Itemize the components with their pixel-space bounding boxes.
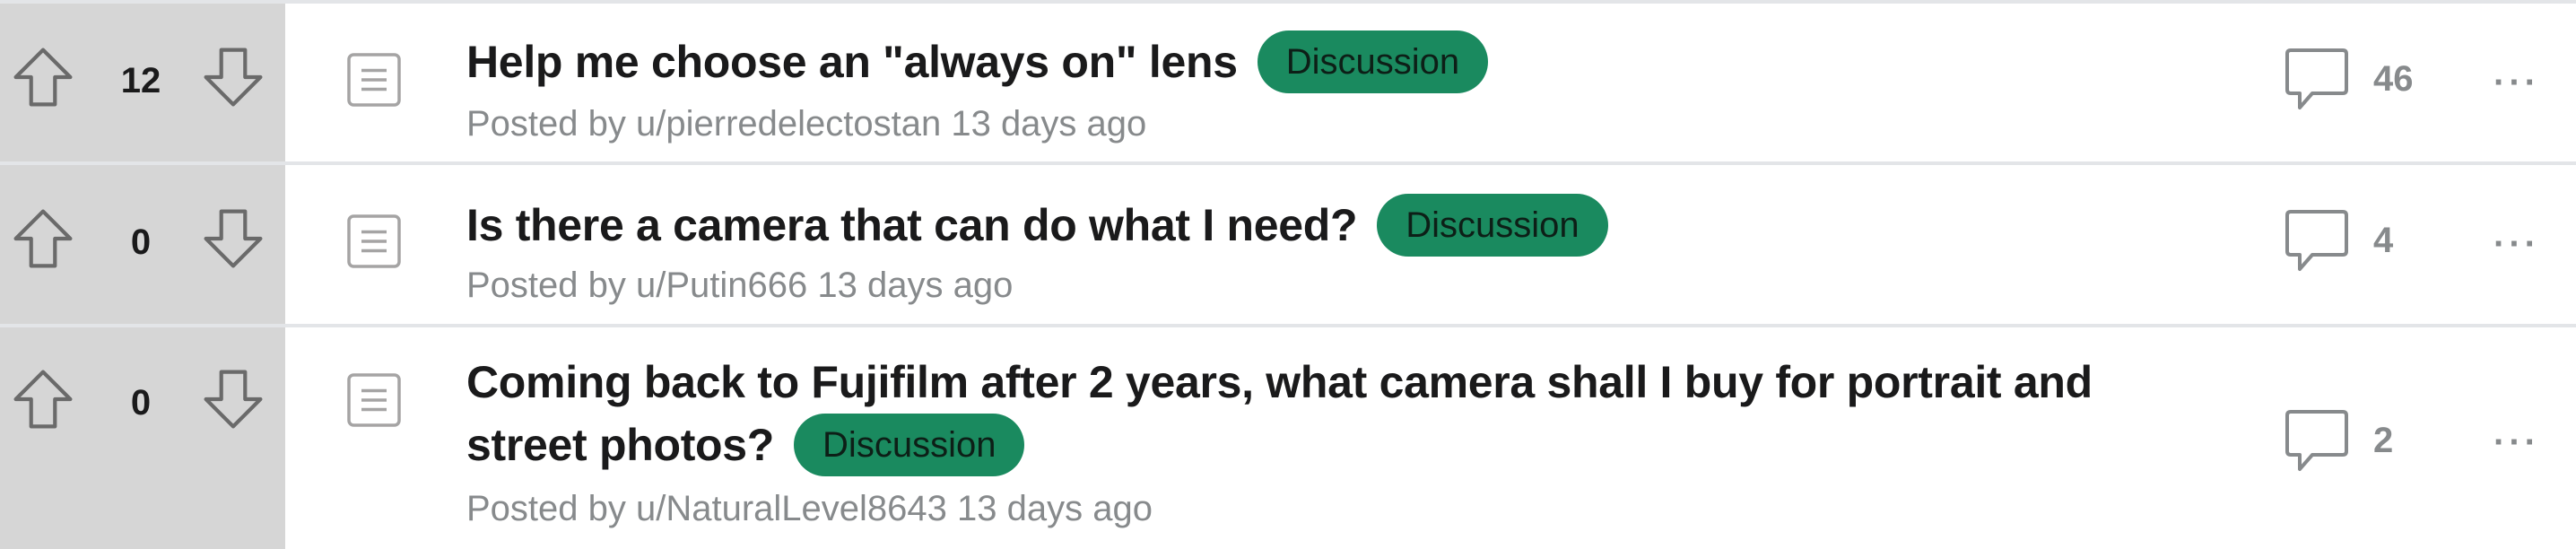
post-card[interactable]: 0 Coming back to Fujifilm after 2 years,… [0, 324, 2576, 549]
more-options-icon[interactable]: ··· [2493, 226, 2556, 262]
post-title-text[interactable]: Help me choose an "always on" lens [466, 37, 1238, 87]
flair-badge[interactable]: Discussion [1257, 30, 1489, 93]
text-post-icon [343, 210, 405, 273]
comments-button[interactable]: 4 [2284, 206, 2472, 283]
downvote-arrow-icon[interactable] [199, 43, 267, 111]
post-card[interactable]: 0 Is there a camera that can do what I n… [0, 161, 2576, 324]
comment-count: 46 [2373, 59, 2414, 99]
upvote-arrow-icon[interactable] [9, 43, 77, 111]
flair-badge[interactable]: Discussion [794, 414, 1025, 476]
downvote-arrow-icon[interactable] [199, 365, 267, 433]
text-post-icon [343, 369, 405, 431]
vote-score: 0 [130, 383, 152, 423]
comments-button[interactable]: 46 [2284, 45, 2472, 122]
upvote-arrow-icon[interactable] [9, 365, 77, 433]
comments-button[interactable]: 2 [2284, 406, 2472, 484]
downvote-arrow-icon[interactable] [199, 205, 267, 273]
post-title[interactable]: Help me choose an "always on" lens Discus… [466, 30, 2206, 93]
post-feed: 12 Help me choose an "always on" lens Dis… [0, 0, 2576, 549]
vote-score: 12 [120, 61, 161, 100]
post-meta: Posted by u/pierredelectostan 13 days ag… [466, 104, 1147, 144]
post-title-text[interactable]: Coming back to Fujifilm after 2 years, w… [466, 357, 2093, 470]
post-meta: Posted by u/NaturalLevel8643 13 days ago [466, 489, 1153, 528]
comment-bubble-icon [2285, 210, 2348, 271]
comment-bubble-icon [2285, 48, 2348, 109]
post-title[interactable]: Coming back to Fujifilm after 2 years, w… [466, 351, 2171, 476]
post-card[interactable]: 12 Help me choose an "always on" lens Dis… [0, 0, 2576, 161]
more-options-icon[interactable]: ··· [2493, 424, 2556, 460]
post-title[interactable]: Is there a camera that can do what I nee… [466, 194, 2206, 257]
more-options-icon[interactable]: ··· [2493, 65, 2556, 100]
vote-score: 0 [130, 222, 152, 262]
vote-column: 12 [0, 4, 285, 161]
vote-column: 0 [0, 327, 285, 549]
upvote-arrow-icon[interactable] [9, 205, 77, 273]
flair-badge[interactable]: Discussion [1377, 194, 1608, 257]
post-meta: Posted by u/Putin666 13 days ago [466, 266, 1014, 305]
vote-column: 0 [0, 165, 285, 324]
post-title-text[interactable]: Is there a camera that can do what I nee… [466, 200, 1358, 250]
comment-count: 4 [2373, 221, 2394, 260]
comment-bubble-icon [2285, 410, 2348, 471]
text-post-icon [343, 48, 405, 111]
comment-count: 2 [2373, 421, 2394, 460]
